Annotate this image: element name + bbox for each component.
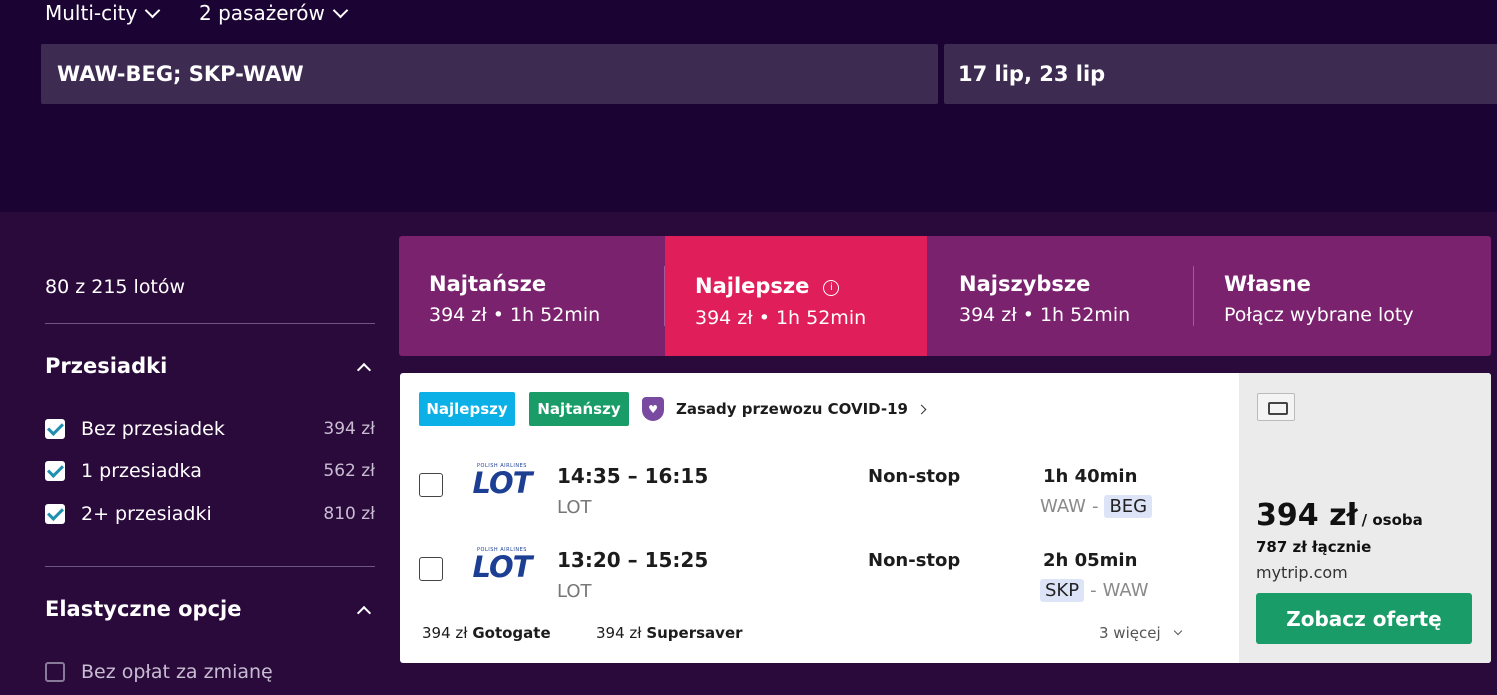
booking-site: mytrip.com <box>1256 563 1348 582</box>
flight-duration: 1h 40min <box>1043 466 1138 487</box>
tab-title: Najtańsze <box>429 272 547 296</box>
trip-type-label: Multi-city <box>45 1 138 25</box>
price-per-person: 394 zł / osoba <box>1256 498 1423 533</box>
chevron-right-icon <box>916 404 927 414</box>
price-panel: 394 zł / osoba 787 zł łącznie mytrip.com … <box>1239 373 1491 663</box>
leg-checkbox[interactable] <box>419 557 443 581</box>
filter-label: 1 przesiadka <box>81 460 202 482</box>
trip-type-dropdown[interactable]: Multi-city <box>45 0 161 26</box>
checkbox[interactable] <box>45 504 65 524</box>
dates-value: 17 lip, 23 lip <box>958 62 1106 86</box>
results-count: 80 z 215 lotów <box>45 276 186 298</box>
chevron-up-icon[interactable] <box>356 362 372 378</box>
view-offer-button[interactable]: Zobacz ofertę <box>1256 593 1472 644</box>
tab-subtitle: 394 zł • 1h 52min <box>695 307 867 329</box>
checkbox[interactable] <box>45 461 65 481</box>
airports: SKP - WAW <box>1040 579 1149 602</box>
checkbox[interactable] <box>45 662 65 682</box>
filter-label: Bez przesiadek <box>81 418 225 440</box>
sort-tabs: Najtańsze 394 zł • 1h 52min Najlepsze i 3… <box>399 236 1491 356</box>
stops-info: Non-stop <box>868 550 961 571</box>
tab-cheapest[interactable]: Najtańsze 394 zł • 1h 52min <box>399 236 664 356</box>
cheapest-badge: Najtańszy <box>529 392 629 426</box>
leg-checkbox[interactable] <box>419 473 443 497</box>
tab-fastest[interactable]: Najszybsze 394 zł • 1h 52min <box>929 236 1194 356</box>
filter-price: 562 zł <box>323 461 375 481</box>
flex-section-title[interactable]: Elastyczne opcje <box>45 597 241 621</box>
route-field[interactable]: WAW-BEG; SKP-WAW <box>41 44 938 104</box>
divider <box>45 323 375 324</box>
airports: WAW - BEG <box>1040 495 1153 518</box>
tab-subtitle: 394 zł • 1h 52min <box>959 304 1131 326</box>
shield-heart-icon: ♥ <box>642 397 664 421</box>
flight-leg-2: POLISH AIRLINES LOT 13:20 – 15:25 LOT No… <box>400 537 1239 607</box>
more-providers-link[interactable]: 3 więcej <box>1099 624 1182 642</box>
lot-logo: POLISH AIRLINES LOT <box>472 463 533 500</box>
filter-option-two-plus-stops[interactable]: 2+ przesiadki 810 zł <box>45 501 375 527</box>
chevron-down-icon <box>145 2 161 18</box>
tab-subtitle: 394 zł • 1h 52min <box>429 304 601 326</box>
baggage-icon[interactable] <box>1257 393 1295 421</box>
filter-option-nonstop[interactable]: Bez przesiadek 394 zł <box>45 416 375 442</box>
passengers-label: 2 pasażerów <box>199 1 325 25</box>
chevron-down-icon <box>1173 626 1182 636</box>
flight-times: 13:20 – 15:25 <box>557 548 709 572</box>
filter-option-one-stop[interactable]: 1 przesiadka 562 zł <box>45 458 375 484</box>
filter-price: 810 zł <box>323 504 375 524</box>
covid-label: Zasady przewozu COVID-19 <box>676 400 908 418</box>
tab-title: Najszybsze <box>959 272 1091 296</box>
filter-label: 2+ przesiadki <box>81 503 212 525</box>
carrier-name: LOT <box>557 581 592 602</box>
stops-info: Non-stop <box>868 466 961 487</box>
chevron-up-icon[interactable] <box>356 605 372 621</box>
destination-airport: BEG <box>1104 495 1153 518</box>
passengers-dropdown[interactable]: 2 pasażerów <box>199 0 349 26</box>
route-value: WAW-BEG; SKP-WAW <box>57 62 304 86</box>
covid-rules-link[interactable]: ♥ Zasady przewozu COVID-19 <box>642 392 927 426</box>
lot-logo: POLISH AIRLINES LOT <box>472 547 533 584</box>
origin-airport: WAW <box>1040 496 1086 517</box>
origin-airport: SKP <box>1040 579 1085 602</box>
flight-leg-1: POLISH AIRLINES LOT 14:35 – 16:15 LOT No… <box>400 453 1239 523</box>
filter-price: 394 zł <box>323 419 375 439</box>
tab-title: Własne <box>1224 272 1311 296</box>
provider-supersaver[interactable]: 394 zł Supersaver <box>596 624 743 642</box>
tab-title: Najlepsze i <box>695 274 840 298</box>
filter-label: Bez opłat za zmianę <box>81 661 273 683</box>
flight-times: 14:35 – 16:15 <box>557 464 709 488</box>
destination-airport: WAW <box>1102 580 1149 601</box>
provider-gotogate[interactable]: 394 zł Gotogate <box>422 624 551 642</box>
chevron-down-icon <box>332 2 349 18</box>
tab-subtitle: Połącz wybrane loty <box>1224 304 1414 326</box>
info-icon[interactable]: i <box>823 280 840 296</box>
total-price: 787 zł łącznie <box>1256 538 1372 556</box>
result-card[interactable]: Najlepszy Najtańszy ♥ Zasady przewozu CO… <box>400 373 1491 663</box>
checkbox[interactable] <box>45 419 65 439</box>
dates-field[interactable]: 17 lip, 23 lip <box>944 44 1497 104</box>
best-badge: Najlepszy <box>419 392 515 426</box>
carrier-name: LOT <box>557 497 592 518</box>
stops-section-title[interactable]: Przesiadki <box>45 354 167 378</box>
flight-duration: 2h 05min <box>1043 550 1138 571</box>
tab-custom[interactable]: Własne Połącz wybrane loty <box>1194 236 1491 356</box>
search-header: Multi-city 2 pasażerów WAW-BEG; SKP-WAW … <box>0 0 1497 212</box>
tab-best[interactable]: Najlepsze i 394 zł • 1h 52min <box>665 236 927 356</box>
divider <box>45 566 375 567</box>
filter-option-no-change-fee[interactable]: Bez opłat za zmianę <box>45 659 375 685</box>
